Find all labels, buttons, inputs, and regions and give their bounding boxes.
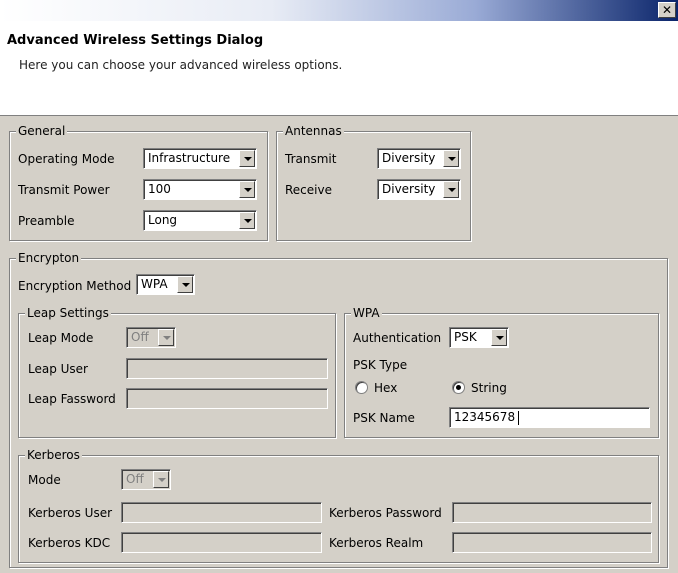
transmit-antenna-value: Diversity [382, 151, 436, 165]
kerberos-password-field[interactable] [452, 502, 652, 523]
encryption-method-select[interactable]: WPA [136, 274, 195, 295]
kerberos-kdc-field[interactable] [121, 532, 322, 553]
preamble-select[interactable]: Long [143, 210, 257, 231]
antennas-group: Antennas Transmit Diversity Receive Dive… [276, 124, 471, 241]
advanced-wireless-settings-dialog: ✕ Advanced Wireless Settings Dialog Here… [0, 0, 678, 573]
chevron-down-icon[interactable] [443, 150, 459, 167]
kerberos-user-field[interactable] [121, 502, 322, 523]
kerberos-mode-select[interactable]: Off [121, 469, 171, 490]
leap-mode-value: Off [131, 330, 149, 344]
chevron-down-icon[interactable] [239, 181, 255, 198]
receive-antenna-value: Diversity [382, 182, 436, 196]
kerberos-realm-field[interactable] [452, 532, 652, 553]
title-bar: ✕ [0, 0, 678, 21]
dialog-header: Advanced Wireless Settings Dialog Here y… [0, 21, 678, 116]
authentication-value: PSK [454, 330, 477, 344]
transmit-antenna-select[interactable]: Diversity [377, 148, 461, 169]
chevron-down-icon[interactable] [177, 276, 193, 293]
operating-mode-label: Operating Mode [18, 152, 115, 166]
encryption-legend: Encrypton [16, 251, 82, 265]
kerberos-group: Kerberos Mode Off Kerberos User Kerberos… [18, 448, 659, 563]
psk-type-hex-radio[interactable] [355, 381, 368, 394]
authentication-select[interactable]: PSK [449, 327, 509, 348]
kerberos-kdc-label: Kerberos KDC [28, 536, 111, 550]
operating-mode-select[interactable]: Infrastructure [143, 148, 257, 169]
antennas-legend: Antennas [283, 124, 344, 138]
leap-user-field[interactable] [126, 358, 328, 379]
kerberos-mode-value: Off [126, 472, 144, 486]
chevron-down-icon[interactable] [153, 471, 169, 488]
dialog-subtitle: Here you can choose your advanced wirele… [19, 58, 343, 72]
chevron-down-icon[interactable] [239, 150, 255, 167]
dialog-title: Advanced Wireless Settings Dialog [7, 33, 264, 48]
leap-settings-group: Leap Settings Leap Mode Off Leap User Le… [18, 306, 336, 438]
chevron-down-icon[interactable] [443, 181, 459, 198]
psk-type-label: PSK Type [353, 358, 408, 372]
leap-settings-legend: Leap Settings [25, 306, 111, 320]
general-legend: General [16, 124, 68, 138]
transmit-power-value: 100 [148, 182, 171, 196]
leap-password-field[interactable] [126, 388, 328, 409]
general-group: General Operating Mode Infrastructure Tr… [9, 124, 268, 241]
transmit-power-select[interactable]: 100 [143, 179, 257, 200]
kerberos-legend: Kerberos [25, 448, 82, 462]
encryption-method-value: WPA [141, 277, 168, 291]
receive-antenna-select[interactable]: Diversity [377, 179, 461, 200]
leap-mode-select[interactable]: Off [126, 327, 176, 348]
kerberos-password-label: Kerberos Password [329, 506, 442, 520]
transmit-label: Transmit [285, 152, 337, 166]
psk-type-hex-label: Hex [374, 381, 398, 395]
kerberos-mode-label: Mode [28, 473, 61, 487]
preamble-label: Preamble [18, 214, 75, 228]
chevron-down-icon[interactable] [158, 329, 174, 346]
kerberos-user-label: Kerberos User [28, 506, 113, 520]
leap-mode-label: Leap Mode [28, 331, 94, 345]
psk-name-input[interactable]: 12345678 [449, 407, 650, 428]
encryption-group: Encrypton Encryption Method WPA Leap Set… [9, 251, 668, 568]
psk-name-value: 12345678 [454, 410, 516, 424]
transmit-power-label: Transmit Power [18, 183, 110, 197]
psk-type-string-label: String [471, 381, 507, 395]
wpa-group: WPA Authentication PSK PSK Type Hex Stri… [344, 306, 659, 438]
header-divider [0, 114, 678, 115]
receive-label: Receive [285, 183, 332, 197]
text-caret [518, 411, 519, 425]
authentication-label: Authentication [353, 331, 442, 345]
encryption-method-label: Encryption Method [18, 279, 132, 293]
close-icon: ✕ [661, 2, 673, 17]
psk-type-string-radio[interactable] [452, 381, 465, 394]
leap-user-label: Leap User [28, 362, 88, 376]
kerberos-realm-label: Kerberos Realm [329, 536, 424, 550]
chevron-down-icon[interactable] [491, 329, 507, 346]
close-button[interactable]: ✕ [658, 2, 676, 18]
chevron-down-icon[interactable] [239, 212, 255, 229]
leap-password-label: Leap Fassword [28, 392, 116, 406]
wpa-legend: WPA [351, 306, 382, 320]
psk-name-label: PSK Name [353, 411, 415, 425]
operating-mode-value: Infrastructure [148, 151, 231, 165]
preamble-value: Long [148, 213, 178, 227]
